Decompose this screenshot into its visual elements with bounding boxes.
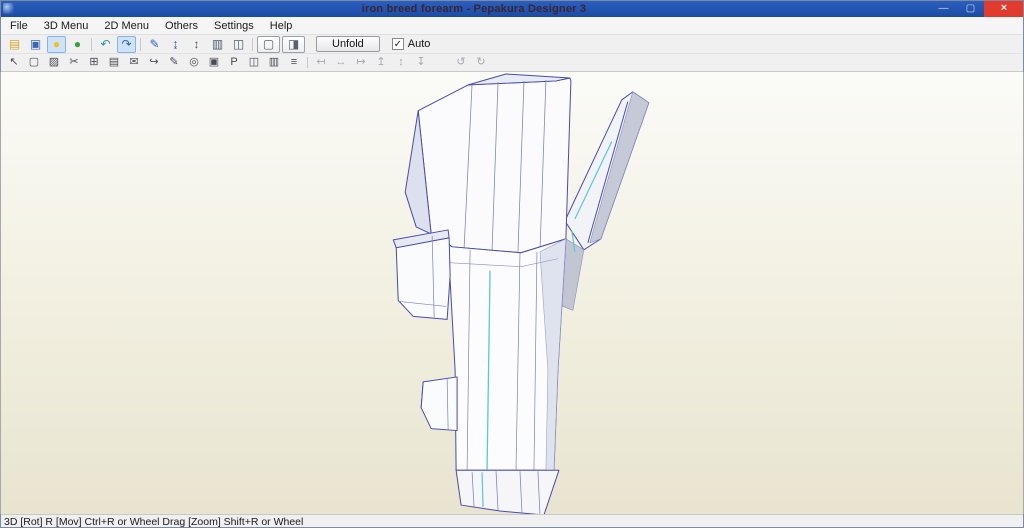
app-window: iron breed forearm - Pepakura Designer 3… (0, 0, 1024, 528)
toolbar-gap (432, 55, 450, 70)
join-edge-icon[interactable]: ⊞ (85, 55, 103, 70)
align-center-h-icon[interactable]: ↔ (332, 55, 350, 70)
app-icon (3, 3, 14, 14)
statusbar: 3D [Rot] R [Mov] Ctrl+R or Wheel Drag [Z… (0, 514, 1024, 528)
lasso-icon[interactable]: ▢ (25, 55, 43, 70)
model-tab-upper (392, 229, 451, 320)
menu-item[interactable]: 2D Menu (96, 18, 157, 34)
menu-item[interactable]: Settings (206, 18, 262, 34)
cut-edge-icon[interactable]: ✂ (65, 55, 83, 70)
pin-icon[interactable]: ↨ (166, 36, 185, 53)
model-top-section (404, 73, 572, 254)
part-number-icon[interactable]: P (225, 55, 243, 70)
texture-icon[interactable]: ● (68, 36, 87, 53)
close-button[interactable]: × (984, 0, 1024, 17)
window-controls: — ▢ × (930, 0, 1024, 17)
two-page-icon[interactable]: ◫ (245, 55, 263, 70)
status-text: 3D [Rot] R [Mov] Ctrl+R or Wheel Drag [Z… (4, 515, 304, 528)
toolbar-row-1: ▤ ▣ ● ● ↶ ↷ ✎ ↨ ↕ ▥ ◫ ▢ ◨ Unfold ✓ Auto (0, 35, 1024, 54)
rotate-right-icon[interactable]: ↻ (472, 55, 490, 70)
toolbar-separator (88, 36, 95, 53)
auto-checkbox-label: Auto (407, 38, 431, 50)
toolbar-row-2-icons: ↖ ▢ ▨ ✂ ⊞ ▤ ✉ ↪ ✎ ◎ ▣ P ◫ ▥ ≡ ↤ ↔ ↦ ↥ ↕ ↧ ↺ ↻ (0, 54, 491, 71)
toolbar-separator (304, 55, 311, 70)
undo-icon[interactable]: ↶ (96, 36, 115, 53)
note-icon[interactable]: ✉ (125, 55, 143, 70)
toolbar-row-2: ↖ ▢ ▨ ✂ ⊞ ▤ ✉ ↪ ✎ ◎ ▣ P ◫ ▥ ≡ ↤ ↔ ↦ ↥ ↕ ↧ ↺ ↻ (0, 54, 1024, 72)
view-textured-button[interactable]: ◨ (282, 35, 305, 53)
menu-item[interactable]: Help (262, 18, 301, 34)
auto-checkbox[interactable]: ✓ Auto (391, 38, 431, 50)
align-bottom-icon[interactable]: ↧ (412, 55, 430, 70)
toolbar-separator (249, 36, 256, 53)
toolbar-row-1-icons: ▤ ▣ ● ● ↶ ↷ ✎ ↨ ↕ ▥ ◫ ▢ ◨ (0, 35, 306, 53)
align-middle-icon[interactable]: ↕ (392, 55, 410, 70)
model-fin (564, 91, 650, 251)
align-right-icon[interactable]: ↦ (352, 55, 370, 70)
rotate-left-icon[interactable]: ↺ (452, 55, 470, 70)
order-icon[interactable]: ≡ (285, 55, 303, 70)
pen-icon[interactable]: ✎ (145, 36, 164, 53)
align-top-icon[interactable]: ↥ (372, 55, 390, 70)
target-icon[interactable]: ◎ (185, 55, 203, 70)
page-grid-icon[interactable]: ▥ (265, 55, 283, 70)
model-foot (455, 469, 560, 514)
menu-item[interactable]: Others (157, 18, 206, 34)
flip-icon[interactable]: ↕ (187, 36, 206, 53)
checkbox-check-icon[interactable]: ✓ (391, 38, 404, 50)
redo-icon[interactable]: ↷ (117, 35, 136, 53)
render-light-icon[interactable]: ● (47, 35, 66, 53)
window-title: iron breed forearm - Pepakura Designer 3 (361, 2, 587, 15)
unfold-button[interactable]: Unfold (316, 36, 380, 52)
rotate-island-icon[interactable]: ↪ (145, 55, 163, 70)
model-forearm-wireframe (392, 73, 650, 514)
titlebar: iron breed forearm - Pepakura Designer 3… (0, 0, 1024, 17)
flap-icon[interactable]: ▤ (105, 55, 123, 70)
menubar: File 3D Menu 2D Menu Others Settings Help (0, 17, 1024, 35)
panels-icon[interactable]: ◫ (229, 36, 248, 53)
minimize-button[interactable]: — (930, 0, 957, 17)
view-shaded-button[interactable]: ▢ (257, 35, 280, 53)
viewport-3d[interactable] (0, 72, 1024, 514)
save-icon[interactable]: ▣ (26, 36, 45, 53)
model-tab-lower (420, 376, 458, 432)
open-icon[interactable]: ▤ (5, 36, 24, 53)
toolbar-separator (137, 36, 144, 53)
select-icon[interactable]: ↖ (5, 55, 23, 70)
edit-mesh-icon[interactable]: ▨ (45, 55, 63, 70)
menu-item[interactable]: File (2, 18, 36, 34)
grid-icon[interactable]: ▥ (208, 36, 227, 53)
align-left-icon[interactable]: ↤ (312, 55, 330, 70)
edit-text-icon[interactable]: ✎ (165, 55, 183, 70)
fill-icon[interactable]: ▣ (205, 55, 223, 70)
menu-item[interactable]: 3D Menu (36, 18, 97, 34)
maximize-button[interactable]: ▢ (957, 0, 984, 17)
model-forearm-column (430, 230, 585, 471)
